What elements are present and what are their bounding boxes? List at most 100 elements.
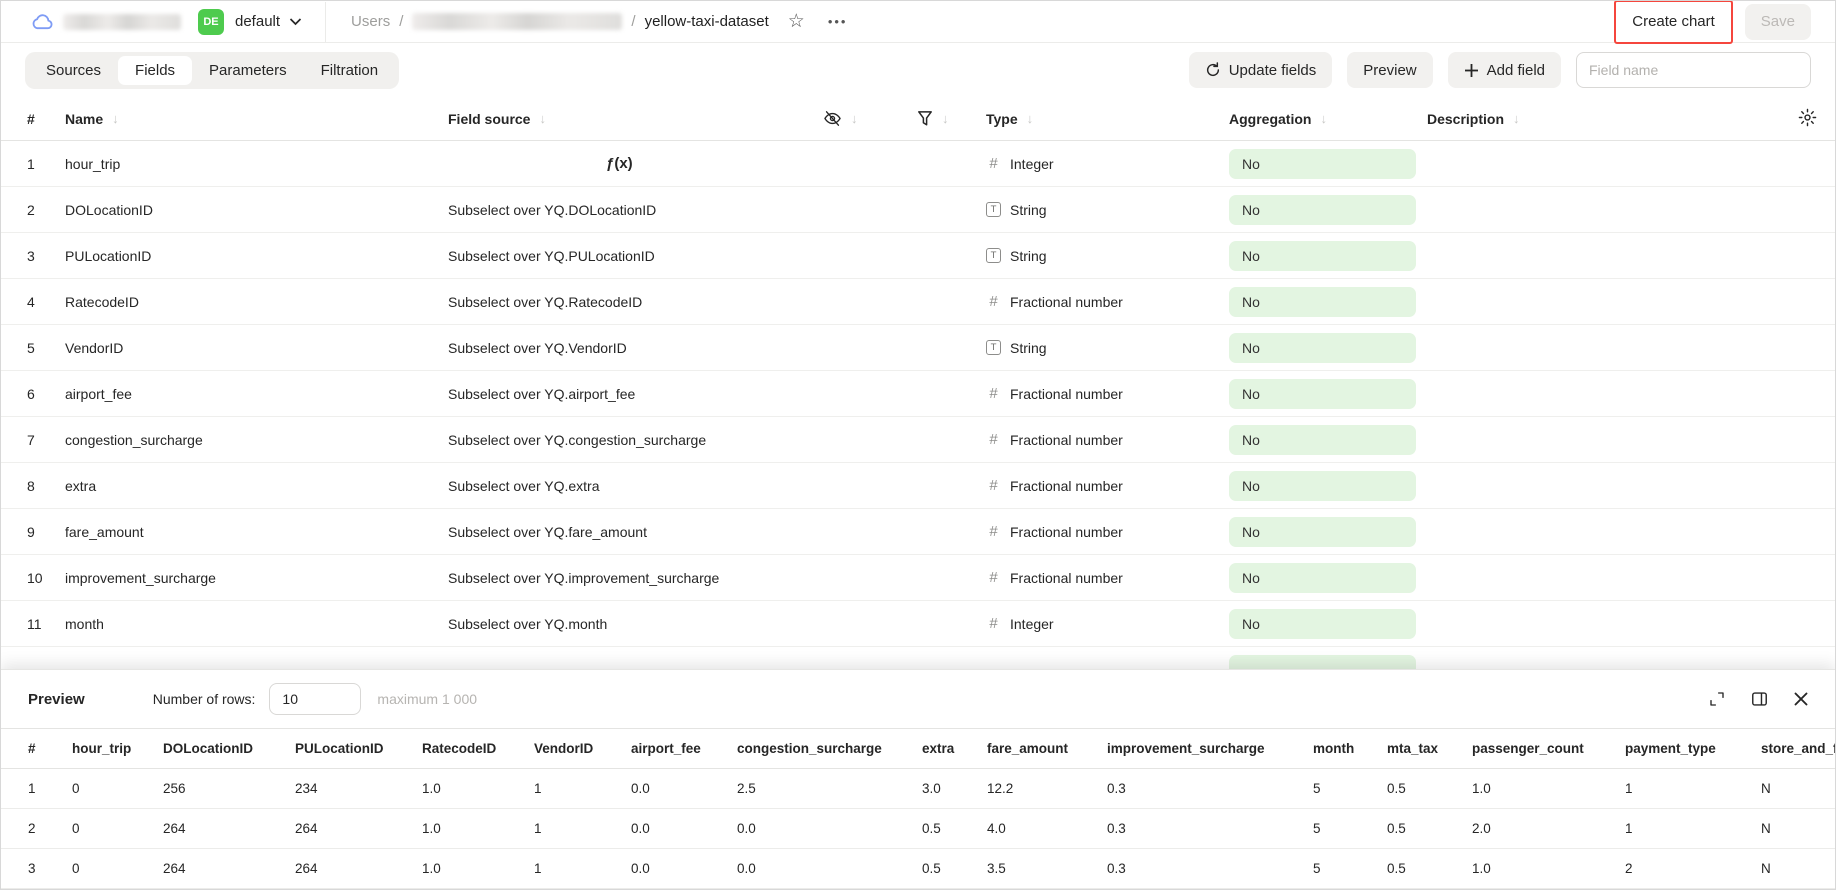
divider [325,2,326,42]
field-name-cell[interactable]: month [65,616,448,632]
preview-cell: 0.0 [737,809,922,849]
field-name-cell[interactable]: improvement_surcharge [65,570,448,586]
preview-cell: 0.0 [631,769,737,809]
field-name-cell[interactable]: PULocationID [65,248,448,264]
field-type-cell[interactable]: #Fractional number [986,523,1229,540]
preview-button[interactable]: Preview [1347,52,1432,88]
preview-cell: 0.0 [737,849,922,889]
field-name-cell[interactable]: VendorID [65,340,448,356]
aggregation-cell[interactable]: No [1229,195,1427,225]
table-row: 10 improvement_surcharge Subselect over … [1,555,1835,601]
preview-cell: 1 [1625,809,1761,849]
field-type-cell[interactable]: TString [986,202,1229,218]
field-type-cell[interactable]: TString [986,248,1229,264]
preview-col-header: # [1,729,72,769]
expand-preview-icon[interactable] [1708,690,1726,708]
preview-cell: 1 [534,809,631,849]
aggregation-cell[interactable]: No [1229,563,1427,593]
preview-cell: 2.0 [1472,809,1625,849]
aggregation-pill: No [1229,195,1416,225]
create-chart-button[interactable]: Create chart [1620,4,1727,40]
row-number: 9 [27,524,65,540]
string-type-icon: T [986,340,1001,355]
aggregation-cell[interactable]: No [1229,287,1427,317]
dataset-editor-window: DE default Users / / yellow-taxi-dataset… [0,0,1836,890]
close-preview-icon[interactable] [1793,691,1809,707]
col-header-type[interactable]: Type↓ [986,111,1229,127]
preview-col-header: mta_tax [1387,729,1472,769]
env-name[interactable]: default [235,13,280,30]
row-number: 2 [27,202,65,218]
tab-filtration[interactable]: Filtration [304,56,396,85]
field-type-cell[interactable]: TString [986,340,1229,356]
aggregation-pill: No [1229,241,1416,271]
preview-cell: 3.5 [987,849,1107,889]
field-name-cell[interactable]: RatecodeID [65,294,448,310]
field-name-cell[interactable]: fare_amount [65,524,448,540]
preview-cell: 2.5 [737,769,922,809]
save-button[interactable]: Save [1745,4,1811,40]
aggregation-pill: No [1229,563,1416,593]
tab-parameters[interactable]: Parameters [192,56,304,85]
col-header-hidden[interactable]: ↓ [813,109,906,128]
redacted-org-name [63,14,181,30]
field-type-cell[interactable]: #Integer [986,615,1229,632]
field-name-cell[interactable]: DOLocationID [65,202,448,218]
preview-col-header: hour_trip [72,729,163,769]
rows-count-input[interactable] [269,683,361,715]
aggregation-cell[interactable]: No [1229,333,1427,363]
update-fields-button[interactable]: Update fields [1189,52,1333,88]
aggregation-cell[interactable]: No [1229,517,1427,547]
table-row: 2 DOLocationID Subselect over YQ.DOLocat… [1,187,1835,233]
col-header-filter[interactable]: ↓ [906,110,986,127]
field-type-cell[interactable]: #Fractional number [986,385,1229,402]
preview-cell: 234 [295,769,422,809]
field-source-cell: Subselect over YQ.airport_fee [448,386,813,402]
add-field-button[interactable]: Add field [1448,52,1561,88]
field-source-cell: Subselect over YQ.extra [448,478,813,494]
aggregation-cell[interactable]: No [1229,609,1427,639]
col-header-name[interactable]: Name↓ [65,111,448,127]
breadcrumb-users[interactable]: Users [351,13,390,30]
col-header-description[interactable]: Description↓ [1427,111,1773,127]
field-type-cell[interactable]: #Fractional number [986,477,1229,494]
table-row: 5 VendorID Subselect over YQ.VendorID TS… [1,325,1835,371]
row-number: 4 [27,294,65,310]
field-name-cell[interactable]: hour_trip [65,156,448,172]
tab-fields[interactable]: Fields [118,56,192,85]
col-header-source[interactable]: Field source↓ [448,111,813,127]
field-name-cell[interactable]: extra [65,478,448,494]
col-header-aggregation[interactable]: Aggregation↓ [1229,111,1427,127]
preview-cell: 0.5 [1387,809,1472,849]
field-type-cell[interactable]: #Fractional number [986,569,1229,586]
aggregation-cell[interactable]: No [1229,241,1427,271]
row-number: 6 [27,386,65,402]
field-type-cell[interactable]: #Fractional number [986,431,1229,448]
field-name-cell[interactable]: congestion_surcharge [65,432,448,448]
favorite-star-icon[interactable]: ☆ [788,10,805,33]
field-source-cell: Subselect over YQ.fare_amount [448,524,813,540]
aggregation-cell[interactable]: No [1229,425,1427,455]
field-type-cell[interactable]: #Integer [986,155,1229,172]
aggregation-cell[interactable]: No [1229,379,1427,409]
sort-arrow-icon: ↓ [112,111,119,126]
split-view-icon[interactable] [1750,690,1769,708]
preview-cell: 3.0 [922,769,987,809]
env-badge[interactable]: DE [198,9,224,35]
field-name-search-input[interactable] [1576,52,1811,88]
sort-arrow-icon: ↓ [942,111,949,126]
preview-row: 2 0 264 264 1.0 1 0.0 0.0 0.5 4.0 0.3 5 … [1,809,1835,849]
table-settings-gear-icon[interactable] [1798,108,1817,127]
more-actions-icon[interactable]: ••• [828,14,848,29]
preview-col-header: fare_amount [987,729,1107,769]
field-name-cell[interactable]: airport_fee [65,386,448,402]
tab-sources[interactable]: Sources [29,56,118,85]
preview-title: Preview [28,691,85,708]
sort-arrow-icon: ↓ [1027,111,1034,126]
field-source-cell: Subselect over YQ.improvement_surcharge [448,570,813,586]
field-type-cell[interactable]: #Fractional number [986,293,1229,310]
aggregation-cell[interactable]: No [1229,471,1427,501]
aggregation-cell[interactable]: No [1229,149,1427,179]
preview-cell: N [1761,849,1835,889]
chevron-down-icon[interactable] [289,17,302,26]
